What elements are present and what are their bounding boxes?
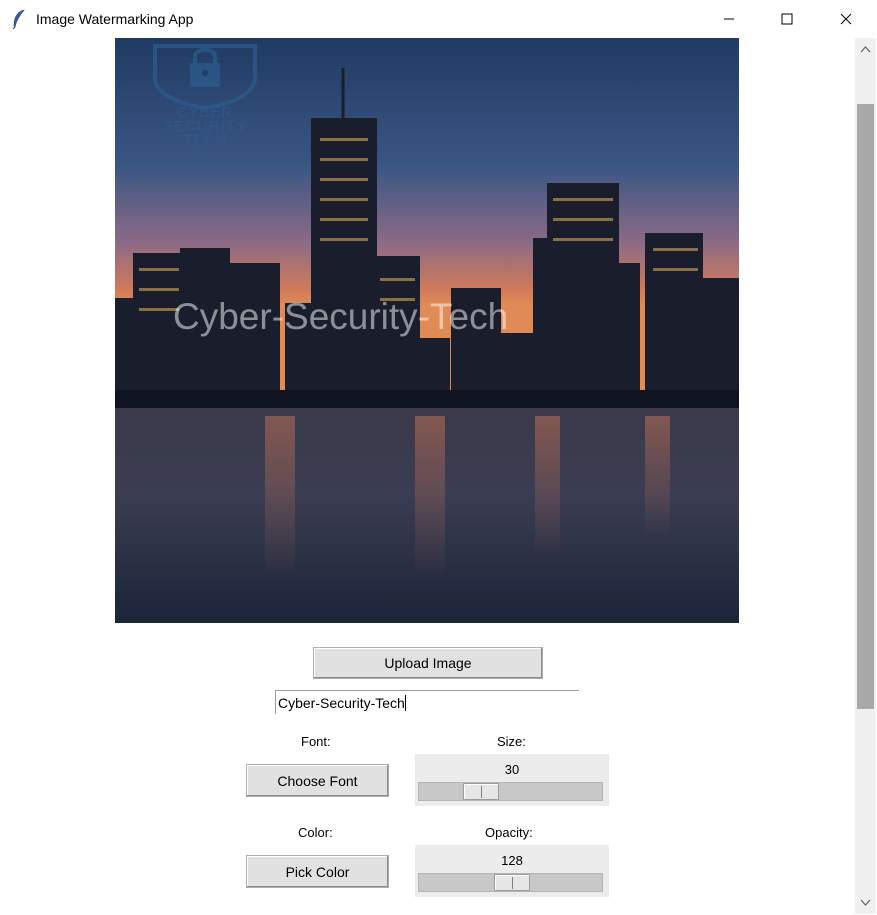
feather-icon (12, 9, 25, 29)
title-bar[interactable]: Image Watermarking App (0, 0, 877, 38)
size-slider[interactable]: 30 (415, 754, 609, 806)
chevron-up-icon (860, 46, 871, 53)
close-icon (840, 13, 852, 25)
opacity-value: 128 (501, 853, 523, 868)
color-label: Color: (298, 825, 333, 840)
size-slider-handle[interactable] (463, 783, 499, 800)
size-value: 30 (504, 762, 520, 777)
opacity-slider-trough[interactable] (418, 873, 603, 892)
client-area: CYBER SECURITY TECH Cyber-Security-Tech … (1, 38, 853, 914)
close-button[interactable] (817, 0, 875, 38)
watermark-text: Cyber-Security-Tech (173, 296, 509, 337)
choose-font-button[interactable]: Choose Font (246, 764, 389, 797)
opacity-slider[interactable]: 128 (415, 845, 609, 897)
scroll-down-button[interactable] (855, 894, 876, 912)
maximize-icon (781, 13, 793, 25)
upload-image-button[interactable]: Upload Image (313, 647, 543, 679)
opacity-slider-handle[interactable] (494, 874, 530, 891)
logo-text: CYBER SECURITY TECH (163, 104, 247, 149)
opacity-label: Opacity: (485, 825, 533, 840)
scroll-up-button[interactable] (855, 40, 876, 58)
window-title: Image Watermarking App (36, 11, 194, 27)
size-slider-trough[interactable] (418, 782, 603, 801)
vertical-scrollbar[interactable] (855, 38, 876, 914)
pick-color-button[interactable]: Pick Color (246, 855, 389, 888)
scrollbar-thumb[interactable] (857, 104, 874, 709)
minimize-icon (724, 18, 734, 20)
watermark-text-input[interactable]: Cyber-Security-Tech (275, 690, 579, 714)
minimize-button[interactable] (700, 0, 758, 38)
image-preview: CYBER SECURITY TECH Cyber-Security-Tech (115, 38, 739, 623)
maximize-button[interactable] (758, 0, 816, 38)
chevron-down-icon (860, 899, 871, 906)
size-label: Size: (497, 734, 526, 749)
font-label: Font: (301, 734, 331, 749)
